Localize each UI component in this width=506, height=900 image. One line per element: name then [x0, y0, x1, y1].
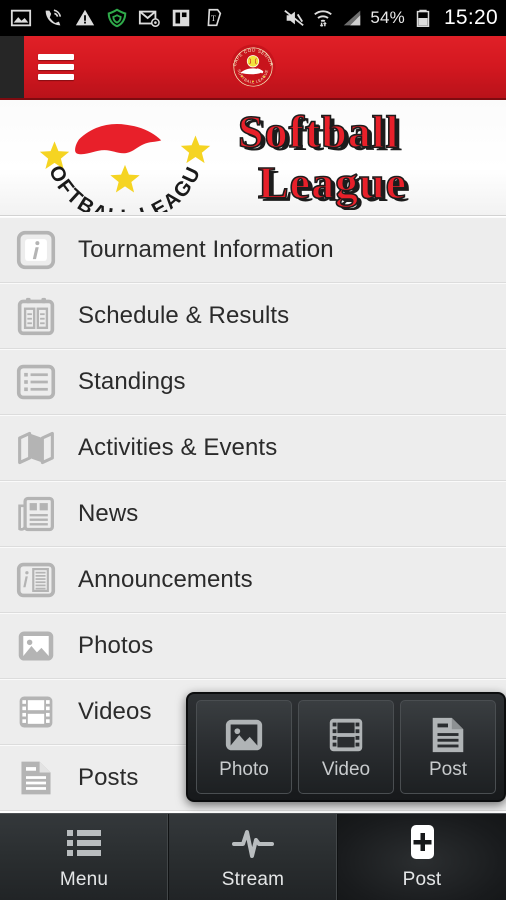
post-options-popup: Photo Video Post [186, 692, 506, 802]
email-icon [138, 10, 160, 27]
svg-text:T: T [211, 14, 216, 23]
pulse-icon [232, 830, 274, 858]
hamburger-line [38, 64, 74, 70]
menu-item-label: News [78, 500, 139, 527]
post-document-icon [432, 717, 464, 752]
popup-post-button[interactable]: Post [400, 700, 496, 794]
hamburger-line [38, 74, 74, 80]
nav-tab-menu[interactable]: Menu [0, 814, 169, 900]
menu-item-news[interactable]: News [0, 481, 506, 547]
nav-tab-label: Post [402, 869, 442, 890]
menu-item-tournament-information[interactable]: Tournament Information [0, 217, 506, 283]
battery-icon [416, 9, 430, 27]
status-bar-left-icons: T [10, 7, 224, 29]
hamburger-menu-button[interactable] [38, 54, 74, 80]
league-wordmark: Softball Softball League League [238, 106, 410, 210]
list-document-icon [16, 364, 56, 400]
photo-icon [18, 631, 54, 661]
shield-icon [107, 8, 127, 28]
plus-icon [411, 825, 434, 859]
flipboard-icon [172, 9, 190, 27]
wordmark-line1: Softball [238, 106, 399, 157]
announcement-icon [16, 562, 56, 598]
status-bar-right-icons: 54% 15:20 [283, 6, 498, 30]
post-document-icon [21, 761, 51, 795]
nav-tab-stream[interactable]: Stream [169, 814, 338, 900]
menu-item-label: Photos [78, 632, 154, 659]
wifi-transfer-icon [314, 10, 333, 27]
nav-tab-label: Menu [59, 869, 109, 890]
popup-button-label: Post [428, 758, 468, 780]
menu-item-label: Announcements [78, 566, 253, 593]
nav-tab-post[interactable]: Post [338, 814, 506, 900]
wordmark-line2: League [258, 157, 407, 208]
popup-video-button[interactable]: Video [298, 700, 394, 794]
bottom-navigation-bar: Menu Stream Post [0, 813, 506, 900]
wifi-calling-icon [45, 9, 62, 26]
map-icon [18, 431, 54, 465]
menu-item-label: Standings [78, 368, 186, 395]
list-icon [67, 830, 101, 856]
header-left-edge [0, 36, 24, 98]
nav-tab-label: Stream [221, 869, 285, 890]
film-icon [329, 718, 363, 751]
menu-item-label: Activities & Events [78, 434, 278, 461]
status-bar: T 54% 15:20 [0, 0, 506, 36]
warning-triangle-icon [75, 9, 95, 26]
menu-item-activities-events[interactable]: Activities & Events [0, 415, 506, 481]
photo-icon [225, 719, 263, 750]
menu-item-label: Tournament Information [78, 236, 334, 263]
menu-item-label: Videos [78, 698, 152, 725]
film-icon [19, 696, 53, 728]
mute-icon [284, 9, 305, 27]
menu-item-schedule-results[interactable]: Schedule & Results [0, 283, 506, 349]
screenshot-icon [10, 9, 32, 27]
status-bar-clock: 15:20 [443, 6, 498, 29]
info-square-icon [16, 230, 56, 270]
menu-item-photos[interactable]: Photos [0, 613, 506, 679]
league-badge-icon: CAPE COD SENIOR SOFTBALL LEAGUE [230, 44, 276, 90]
calendar-icon [17, 297, 55, 336]
league-logo-icon: SOFTBALL LEAGUE [32, 102, 211, 212]
menu-item-announcements[interactable]: Announcements [0, 547, 506, 613]
app-screen: T 54% 15:20 CAPE COD SENIOR SO TBALL LEA… [0, 0, 506, 900]
app-header: CAPE COD SENIOR SOFTBALL LEAGUE [0, 36, 506, 100]
newspaper-icon [18, 496, 54, 532]
popup-button-label: Video [321, 758, 371, 780]
league-banner: SOFTBALL LEAGUE Softball Softball League… [0, 100, 506, 216]
hamburger-line [38, 54, 74, 60]
signal-bars-icon [344, 10, 361, 26]
popup-button-label: Photo [219, 758, 269, 780]
battery-percent-label: 54% [370, 8, 405, 27]
popup-photo-button[interactable]: Photo [196, 700, 292, 794]
tmobile-key-icon: T [207, 8, 222, 27]
menu-item-label: Schedule & Results [78, 302, 290, 329]
menu-item-standings[interactable]: Standings [0, 349, 506, 415]
menu-item-label: Posts [78, 764, 139, 791]
